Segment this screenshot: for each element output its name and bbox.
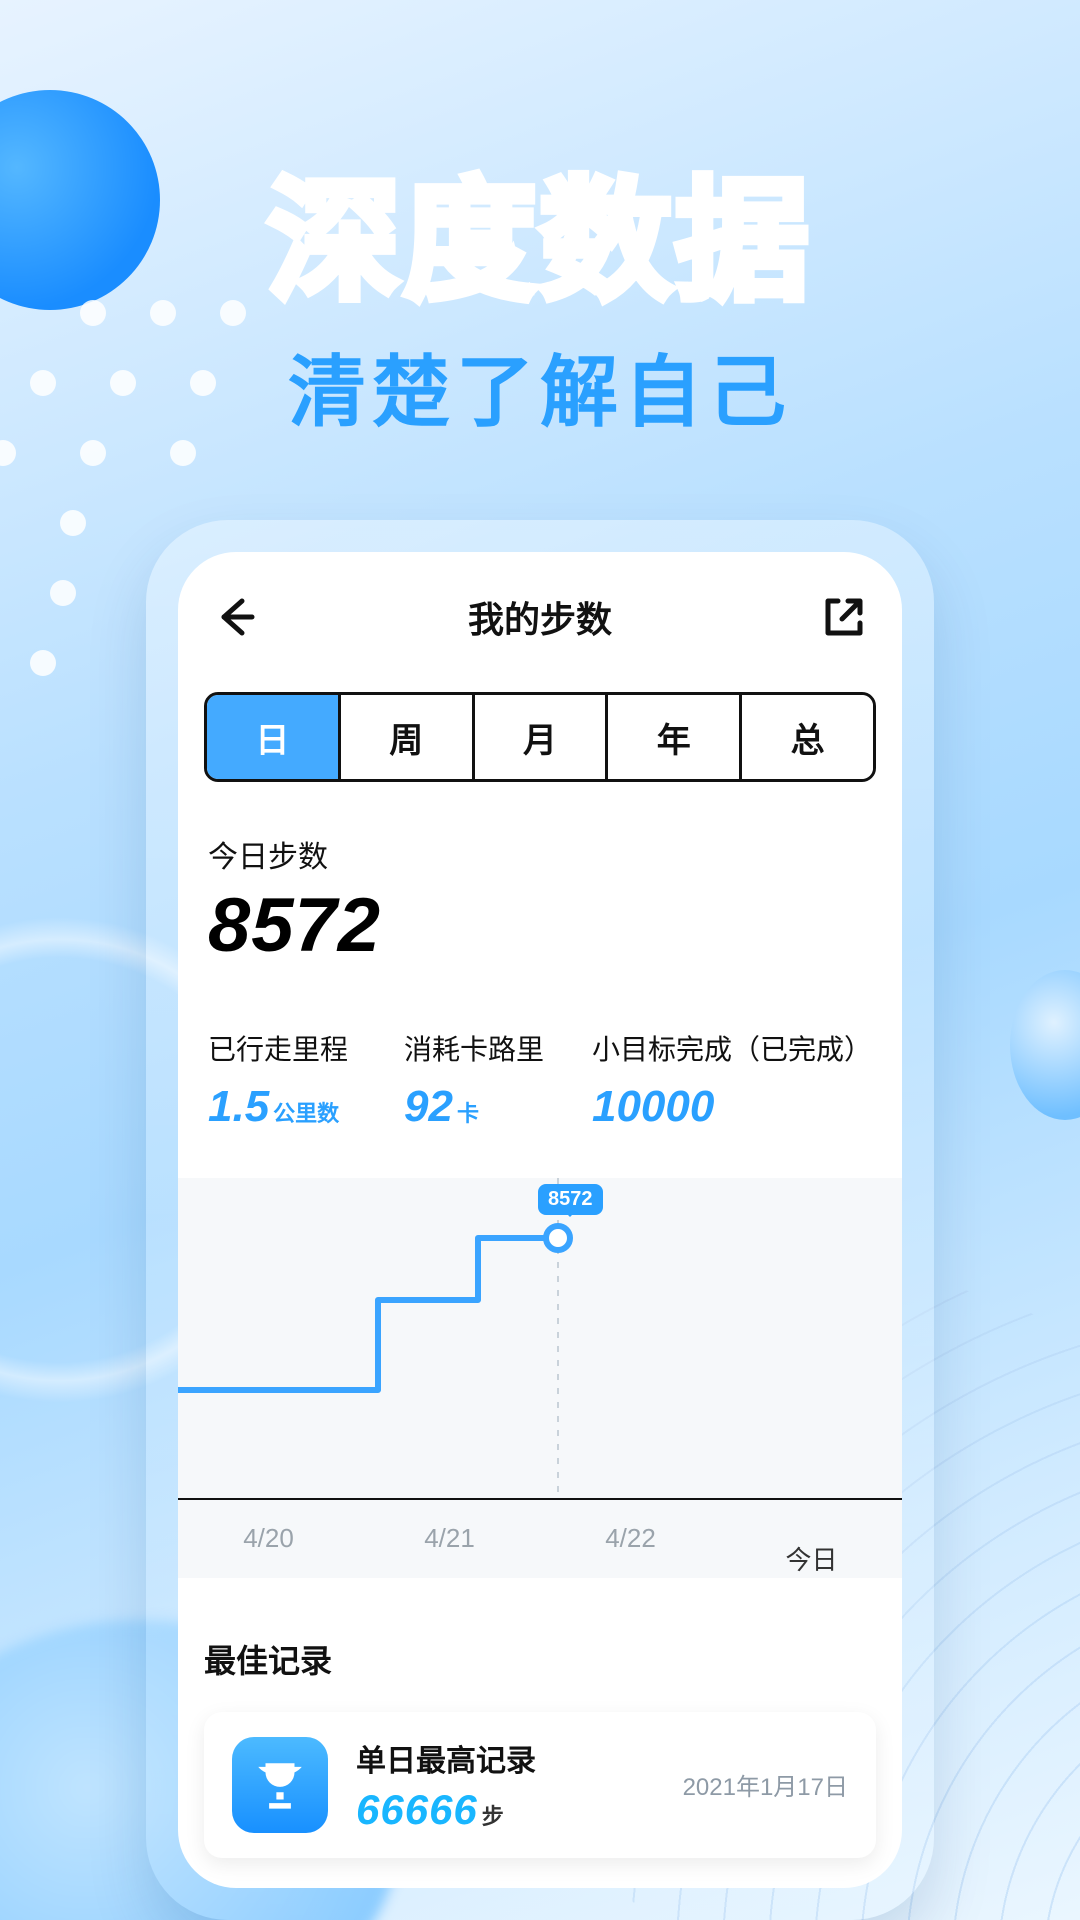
page-title: 我的步数 (468, 591, 612, 643)
stat-distance-label: 已行走里程 (208, 1028, 348, 1068)
stats-row: 已行走里程 1.5公里数 消耗卡路里 92卡 小目标完成（已完成） 10000 (208, 1028, 872, 1132)
steps-chart[interactable]: 8572 4/20 4/21 4/22 今日 (178, 1178, 902, 1578)
stat-calories-value: 92 (404, 1082, 453, 1131)
xaxis-tick-3: 今日 (721, 1490, 902, 1587)
hero-subtitle: 清楚了解自己 (0, 330, 1080, 442)
stat-distance-unit: 公里数 (273, 1101, 339, 1126)
stat-distance-value: 1.5 (208, 1082, 269, 1131)
trophy-icon (232, 1737, 328, 1833)
best-record-card[interactable]: 单日最高记录 66666步 2021年1月17日 (204, 1712, 876, 1858)
phone-frame: 我的步数 日 周 月 年 总 今日步数 8572 (146, 520, 934, 1920)
xaxis-tick-0: 4/20 (178, 1523, 359, 1554)
hero-title: 深度数据 (0, 135, 1080, 326)
best-record-unit: 步 (482, 1804, 504, 1829)
period-segmented: 日 周 月 年 总 (204, 692, 876, 782)
chart-value-bubble: 8572 (538, 1184, 603, 1215)
app-bar: 我的步数 (178, 552, 902, 682)
stat-goal-value: 10000 (592, 1082, 714, 1131)
back-button[interactable] (212, 593, 260, 641)
best-record-value: 66666 (356, 1786, 478, 1833)
app-screen: 我的步数 日 周 月 年 总 今日步数 8572 (178, 552, 902, 1888)
today-steps-label: 今日步数 (208, 832, 872, 876)
share-button[interactable] (820, 593, 868, 641)
stat-goal: 小目标完成（已完成） 10000 (592, 1028, 872, 1132)
best-record-main: 单日最高记录 66666步 (356, 1736, 536, 1834)
share-icon (820, 593, 868, 641)
records-section: 最佳记录 单日最高记录 66666步 2021年1月17日 (178, 1578, 902, 1858)
today-steps-value: 8572 (208, 884, 872, 968)
segment-month[interactable]: 月 (472, 695, 606, 779)
xaxis-tick-2: 4/22 (540, 1523, 721, 1554)
stat-calories: 消耗卡路里 92卡 (404, 1028, 544, 1132)
today-section: 今日步数 8572 已行走里程 1.5公里数 消耗卡路里 92卡 小目标完成（已… (178, 782, 902, 1142)
stat-calories-unit: 卡 (457, 1101, 479, 1126)
best-record-title: 单日最高记录 (356, 1736, 536, 1780)
records-title: 最佳记录 (204, 1636, 876, 1682)
best-record-date: 2021年1月17日 (683, 1767, 848, 1802)
xaxis-tick-1: 4/21 (359, 1523, 540, 1554)
segment-total[interactable]: 总 (739, 695, 873, 779)
chart-x-axis: 4/20 4/21 4/22 今日 (178, 1498, 902, 1578)
segment-day[interactable]: 日 (207, 695, 338, 779)
decor-droplet (1010, 970, 1080, 1120)
segment-week[interactable]: 周 (338, 695, 472, 779)
promo-background: 深度数据 清楚了解自己 我的步数 (0, 0, 1080, 1920)
segment-year[interactable]: 年 (605, 695, 739, 779)
arrow-left-icon (212, 593, 260, 641)
stat-goal-label: 小目标完成（已完成） (592, 1028, 872, 1068)
stat-distance: 已行走里程 1.5公里数 (208, 1028, 348, 1132)
stat-calories-label: 消耗卡路里 (404, 1028, 544, 1068)
